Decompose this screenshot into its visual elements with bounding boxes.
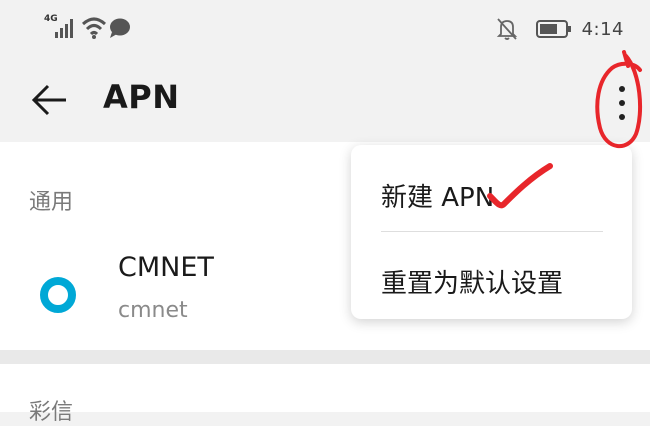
status-bar: 4G 4:14 xyxy=(0,0,650,56)
menu-item-label: 新建 APN xyxy=(381,183,495,213)
apn-name: CMNET xyxy=(118,252,214,283)
menu-divider xyxy=(381,231,603,232)
menu-item-reset-default[interactable]: 重置为默认设置 xyxy=(351,237,632,317)
battery-icon xyxy=(535,20,571,38)
mms-section: 彩信 xyxy=(0,364,650,425)
app-bar: APN xyxy=(0,56,650,142)
menu-item-new-apn[interactable]: 新建 APN xyxy=(351,151,632,231)
arrow-left-icon xyxy=(31,84,66,116)
more-vertical-icon xyxy=(619,86,625,92)
section-label-general: 通用 xyxy=(29,190,74,215)
status-time: 4:14 xyxy=(581,18,624,40)
more-dot xyxy=(619,114,625,120)
signal-icon xyxy=(55,19,73,38)
chat-bubble-icon xyxy=(110,18,130,38)
overflow-menu: 新建 APN 重置为默认设置 xyxy=(351,145,632,319)
menu-item-label: 重置为默认设置 xyxy=(381,269,564,299)
back-button[interactable] xyxy=(30,80,70,120)
apn-subtitle: cmnet xyxy=(118,298,188,323)
section-label-mms: 彩信 xyxy=(29,400,74,425)
more-dot xyxy=(619,100,625,106)
wifi-icon xyxy=(81,17,107,39)
section-divider xyxy=(0,350,650,364)
status-right-icons: 4:14 xyxy=(496,14,624,44)
bell-off-icon xyxy=(496,18,517,40)
page-title: APN xyxy=(103,78,180,116)
radio-selected-icon[interactable] xyxy=(40,277,76,313)
more-options-button[interactable] xyxy=(606,82,638,126)
